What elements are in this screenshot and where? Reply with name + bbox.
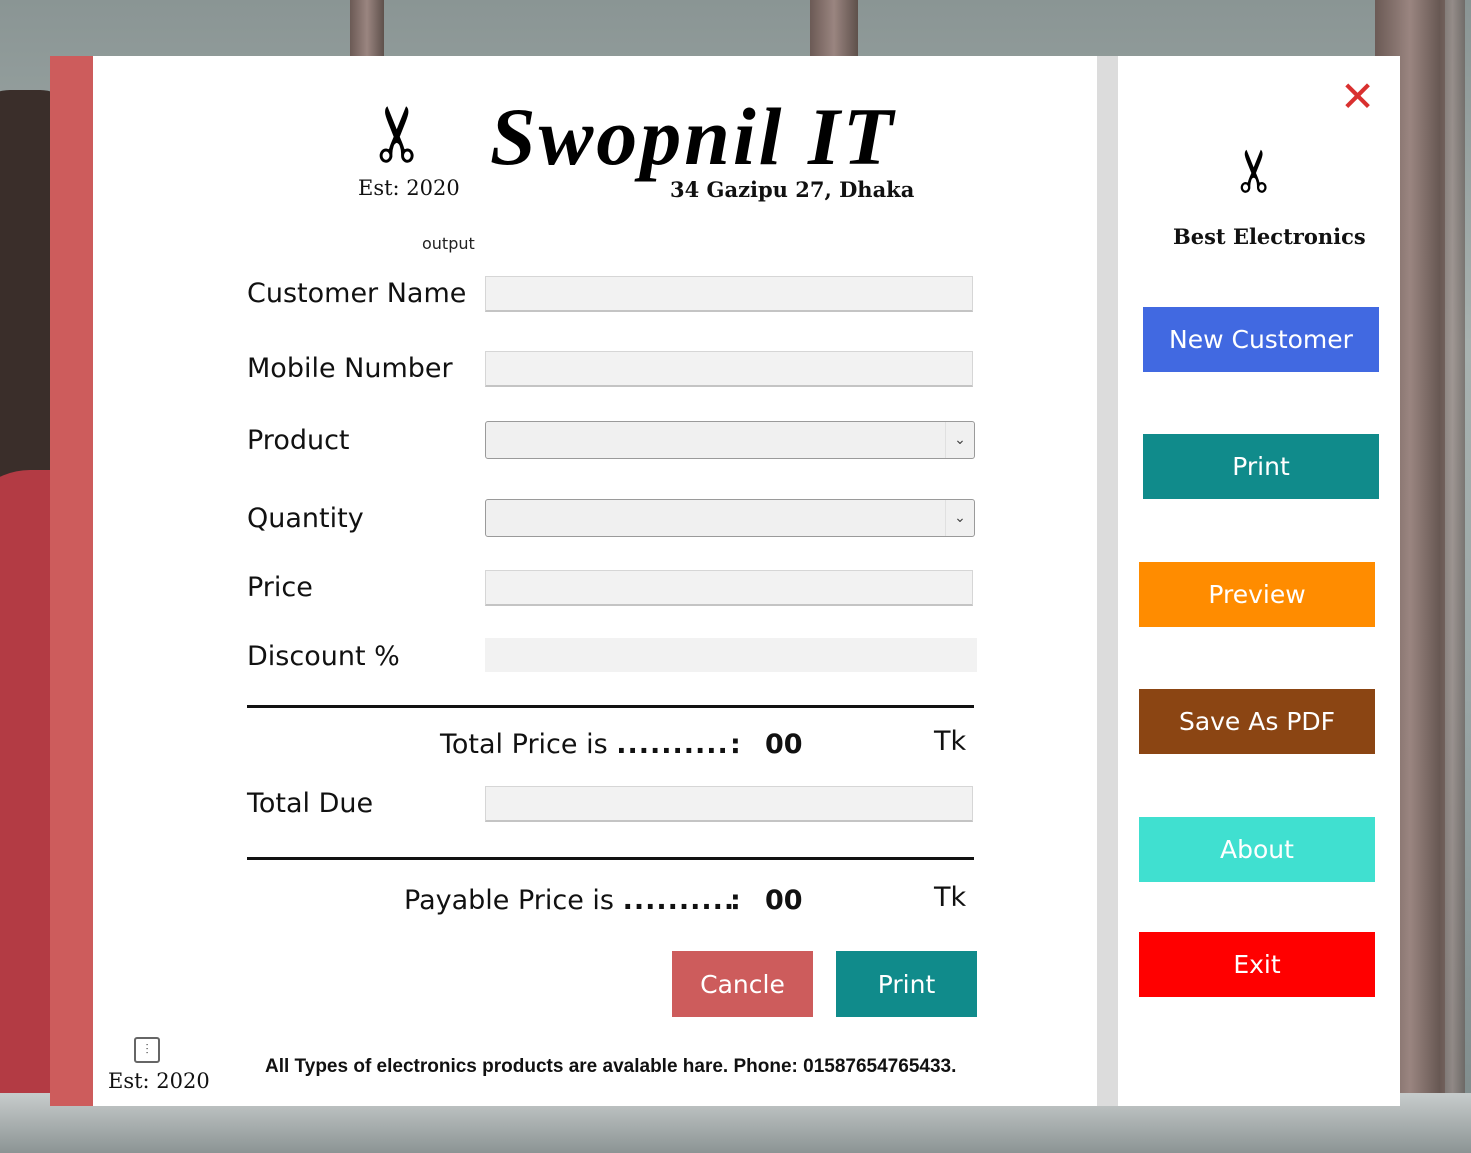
scissors-icon: ✂ <box>350 102 440 166</box>
discount-input[interactable] <box>485 638 977 672</box>
currency-label: Tk <box>934 726 967 757</box>
customer-name-input[interactable] <box>485 276 973 312</box>
customer-name-label: Customer Name <box>247 278 467 309</box>
total-due-label: Total Due <box>247 788 374 819</box>
price-input[interactable] <box>485 570 973 606</box>
exit-button[interactable]: Exit <box>1139 932 1375 997</box>
save-as-pdf-button[interactable]: Save As PDF <box>1139 689 1375 754</box>
sidebar-title: Best Electronics <box>1173 224 1366 249</box>
mobile-number-input[interactable] <box>485 351 973 387</box>
billing-window: ✂ Est: 2020 Swopnil IT 34 Gazipu 27, Dha… <box>50 56 1400 1106</box>
price-label: Price <box>247 572 313 603</box>
quantity-label: Quantity <box>247 503 364 534</box>
preview-button[interactable]: Preview <box>1139 562 1375 627</box>
currency-label: Tk <box>934 882 967 913</box>
chevron-down-icon[interactable]: ⌄ <box>945 422 974 458</box>
about-button[interactable]: About <box>1139 817 1375 882</box>
close-icon[interactable]: ✕ <box>1340 72 1375 121</box>
panel-divider <box>1097 56 1118 1106</box>
total-price-amount: 00 <box>765 729 803 760</box>
total-price-label: Total Price is .......... <box>440 729 729 760</box>
print-button[interactable]: Print <box>836 951 977 1017</box>
divider-line <box>247 857 974 860</box>
footer-info: All Types of electronics products are av… <box>265 1056 957 1077</box>
payable-price-amount: 00 <box>765 885 803 916</box>
new-customer-button[interactable]: New Customer <box>1143 307 1379 372</box>
footer-established-label: Est: 2020 <box>108 1069 210 1093</box>
brand-title: Swopnil IT <box>490 91 896 182</box>
sliders-icon[interactable]: ⫶ <box>134 1037 160 1063</box>
sidebar-print-button[interactable]: Print <box>1143 434 1379 499</box>
cancel-button[interactable]: Cancle <box>672 951 813 1017</box>
product-dropdown[interactable]: ⌄ <box>485 421 975 459</box>
total-price-text: Total Price is <box>440 729 608 760</box>
chevron-down-icon[interactable]: ⌄ <box>945 500 974 536</box>
mobile-number-label: Mobile Number <box>247 353 453 384</box>
divider-line <box>247 705 974 708</box>
output-label: output <box>422 234 475 253</box>
separator-colon: : <box>730 729 741 760</box>
left-accent-strip <box>50 56 93 1106</box>
dots: .......... <box>616 729 729 760</box>
separator-colon: : <box>730 885 741 916</box>
address-label: 34 Gazipu 27, Dhaka <box>670 177 915 202</box>
established-label: Est: 2020 <box>358 176 460 200</box>
total-due-input[interactable] <box>485 786 973 822</box>
discount-label: Discount % <box>247 641 400 672</box>
payable-price-text: Payable Price is <box>404 885 614 916</box>
payable-price-label: Payable Price is .......... <box>404 885 735 916</box>
scissors-icon: ✂ <box>1218 146 1287 196</box>
product-label: Product <box>247 425 350 456</box>
dots: .......... <box>622 885 736 916</box>
quantity-dropdown[interactable]: ⌄ <box>485 499 975 537</box>
